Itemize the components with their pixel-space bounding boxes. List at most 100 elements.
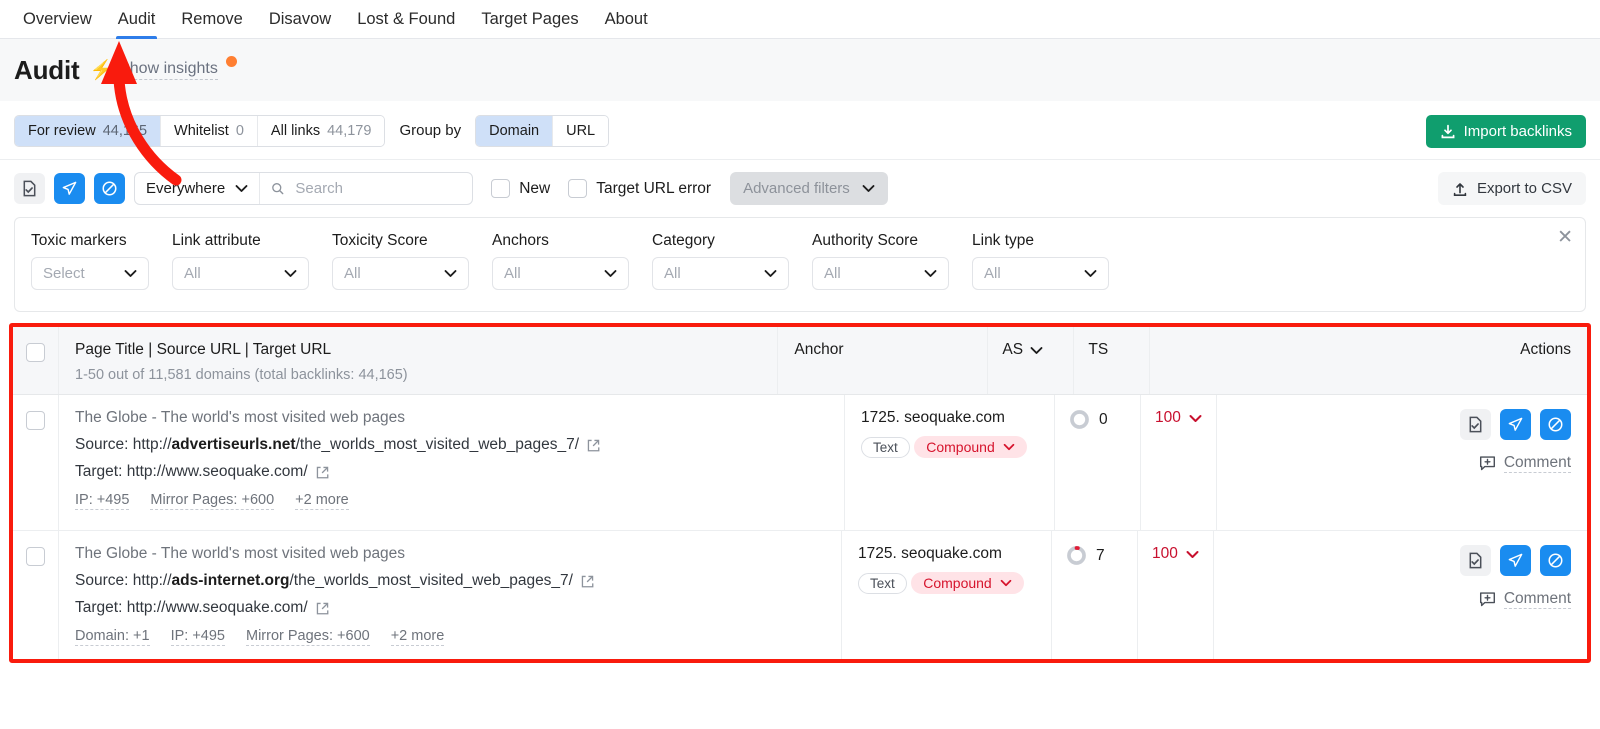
- row-disavow-button[interactable]: [1540, 545, 1572, 576]
- external-link-icon[interactable]: [315, 465, 330, 480]
- group-by-label: Group by: [399, 122, 462, 139]
- backlinks-table: Page Title | Source URL | Target URL 1-5…: [9, 323, 1591, 663]
- nav-item-target-pages[interactable]: Target Pages: [468, 0, 591, 39]
- row-toxic-marker-badge[interactable]: Compound: [914, 436, 1027, 458]
- nav-item-lost-and-found[interactable]: Lost & Found: [344, 0, 468, 39]
- filter-bar: Everywhere New Target URL error Advan: [0, 160, 1600, 217]
- group-by-domain[interactable]: Domain: [476, 116, 554, 146]
- row-source-url[interactable]: Source: http://advertiseurls.net/the_wor…: [75, 436, 828, 454]
- filter-anchors-select[interactable]: All: [492, 257, 629, 290]
- search-field[interactable]: [260, 173, 472, 204]
- tab-for-review-label: For review: [28, 123, 96, 139]
- scope-select-value: Everywhere: [146, 180, 226, 197]
- row-meta-domain[interactable]: Domain: +1: [75, 628, 150, 646]
- row-as-value: 7: [1096, 546, 1105, 564]
- chevron-down-icon: [235, 185, 248, 192]
- row-meta-more[interactable]: +2 more: [295, 492, 349, 510]
- nav-item-overview[interactable]: Overview: [10, 0, 105, 39]
- header-cell-actions: Actions: [1149, 327, 1587, 394]
- row-disavow-button[interactable]: [1540, 409, 1571, 440]
- nav-item-about[interactable]: About: [592, 0, 661, 39]
- tab-whitelist[interactable]: Whitelist 0: [161, 116, 258, 146]
- row-checkbox[interactable]: [26, 411, 45, 430]
- group-by-toggle: Domain URL: [475, 115, 610, 147]
- nav-item-remove[interactable]: Remove: [168, 0, 255, 39]
- header-cell-ts[interactable]: TS: [1073, 327, 1149, 394]
- block-circle-icon: [1548, 553, 1563, 568]
- filter-authority-score-select[interactable]: All: [812, 257, 949, 290]
- top-navigation: Overview Audit Remove Disavow Lost & Fou…: [0, 0, 1600, 39]
- header-cell-as[interactable]: AS: [987, 327, 1073, 394]
- send-to-remove-button[interactable]: [54, 173, 85, 204]
- group-by-url[interactable]: URL: [553, 116, 609, 146]
- row-anchor-name: 1725. seoquake.com: [861, 409, 1005, 426]
- select-all-cell: [13, 327, 59, 394]
- filter-toxic-markers-select[interactable]: Select: [31, 257, 149, 290]
- filter-link-type-select[interactable]: All: [972, 257, 1109, 290]
- tab-for-review[interactable]: For review 44,165: [15, 116, 162, 146]
- show-insights-control[interactable]: ⚡ Show insights: [89, 55, 237, 80]
- filter-link-attribute-select[interactable]: All: [172, 257, 309, 290]
- row-page-info: The Globe - The world's most visited web…: [59, 395, 844, 530]
- row-ts-value: 100: [1152, 545, 1178, 562]
- search-input[interactable]: [293, 179, 462, 198]
- checkbox-target-url-error[interactable]: Target URL error: [568, 179, 711, 198]
- checkbox-target-url-error-box[interactable]: [568, 179, 588, 198]
- row-meta-ip[interactable]: IP: +495: [170, 628, 225, 646]
- external-link-icon[interactable]: [586, 438, 601, 453]
- row-toxic-marker-label: Compound: [926, 439, 995, 455]
- checkbox-new[interactable]: New: [491, 179, 550, 198]
- nav-item-audit[interactable]: Audit: [105, 0, 169, 39]
- filter-category-select[interactable]: All: [652, 257, 789, 290]
- row-whitelist-button[interactable]: [1460, 545, 1492, 576]
- checkbox-new-label: New: [519, 179, 551, 197]
- row-source-url[interactable]: Source: http://ads-internet.org/the_worl…: [75, 572, 825, 590]
- move-to-whitelist-button[interactable]: [14, 173, 45, 204]
- row-anchor-name: 1725. seoquake.com: [858, 545, 1002, 562]
- filter-toxic-markers: Toxic markers Select: [31, 232, 149, 295]
- row-meta-more[interactable]: +2 more: [390, 628, 445, 646]
- row-ts-control[interactable]: 100: [1152, 545, 1203, 563]
- nav-item-disavow[interactable]: Disavow: [256, 0, 344, 39]
- row-actions-cell: Comment: [1216, 395, 1587, 530]
- filter-link-attribute-value: All: [184, 265, 201, 282]
- row-remove-button[interactable]: [1500, 545, 1532, 576]
- chevron-down-icon: [1186, 550, 1199, 558]
- row-toxic-marker-badge[interactable]: Compound: [911, 572, 1024, 594]
- row-checkbox[interactable]: [26, 547, 45, 566]
- filter-toxicity-score-select[interactable]: All: [332, 257, 469, 290]
- chevron-down-icon: [1189, 414, 1202, 422]
- row-target-url[interactable]: Target: http://www.seoquake.com/: [75, 463, 828, 481]
- scope-select[interactable]: Everywhere: [135, 173, 261, 204]
- table-results-summary: 1-50 out of 11,581 domains (total backli…: [75, 367, 408, 383]
- header-as-label: AS: [1002, 341, 1024, 358]
- send-to-disavow-button[interactable]: [94, 173, 125, 204]
- filter-authority-score-label: Authority Score: [812, 232, 918, 249]
- row-comment-control[interactable]: Comment: [1230, 590, 1572, 609]
- filter-toxic-markers-value: Select: [43, 265, 85, 282]
- chevron-down-icon: [1030, 346, 1043, 354]
- tab-all-links[interactable]: All links 44,179: [257, 116, 385, 146]
- app-root: Overview Audit Remove Disavow Lost & Fou…: [0, 0, 1600, 729]
- row-target-url[interactable]: Target: http://www.seoquake.com/: [75, 599, 825, 617]
- row-target-label: Target:: [75, 599, 123, 616]
- filter-toxicity-score-value: All: [344, 265, 361, 282]
- select-all-checkbox[interactable]: [26, 343, 45, 362]
- import-backlinks-button[interactable]: Import backlinks: [1425, 115, 1586, 148]
- export-to-csv-button[interactable]: Export to CSV: [1437, 172, 1586, 205]
- chevron-down-icon: [444, 270, 457, 277]
- checkbox-new-box[interactable]: [491, 179, 511, 198]
- row-meta-ip[interactable]: IP: +495: [75, 492, 130, 510]
- chevron-down-icon: [862, 185, 875, 192]
- row-meta-mirror-pages[interactable]: Mirror Pages: +600: [245, 628, 370, 646]
- row-ts-control[interactable]: 100: [1155, 409, 1206, 427]
- row-remove-button[interactable]: [1500, 409, 1531, 440]
- row-whitelist-button[interactable]: [1460, 409, 1491, 440]
- row-meta-mirror-pages[interactable]: Mirror Pages: +600: [150, 492, 275, 510]
- close-advanced-filters-icon[interactable]: ✕: [1557, 228, 1573, 247]
- filter-authority-score: Authority Score All: [812, 232, 949, 295]
- advanced-filters-button[interactable]: Advanced filters: [730, 172, 888, 205]
- external-link-icon[interactable]: [315, 601, 330, 616]
- external-link-icon[interactable]: [580, 574, 595, 589]
- row-comment-control[interactable]: Comment: [1233, 454, 1571, 473]
